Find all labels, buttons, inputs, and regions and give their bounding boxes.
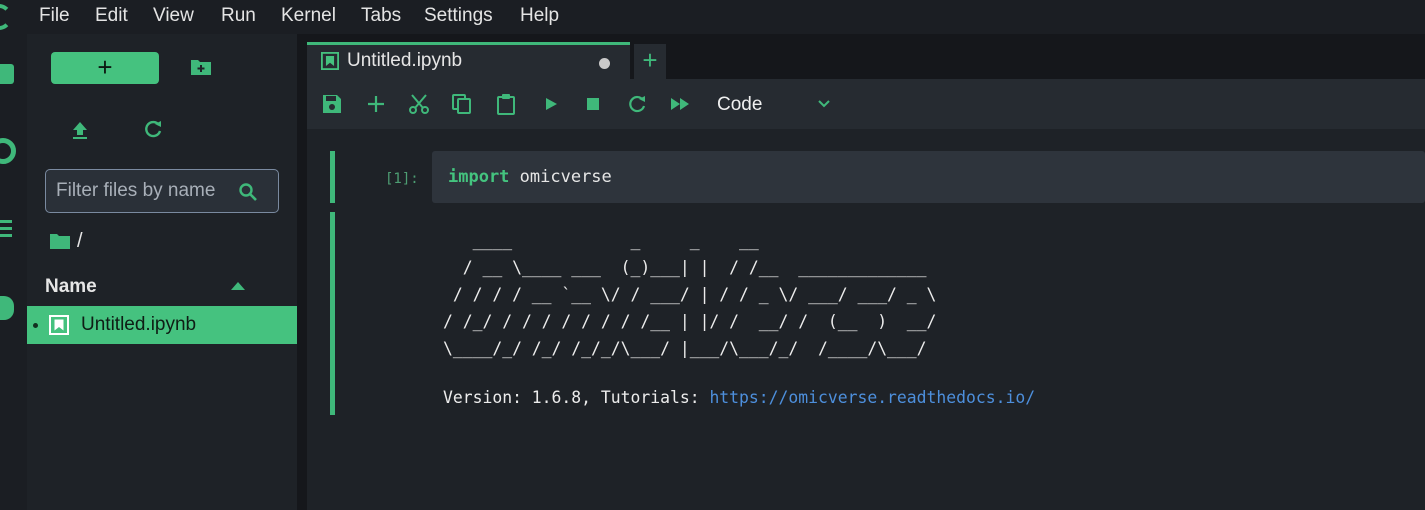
file-name: Untitled.ipynb (81, 314, 197, 335)
folder-icon[interactable] (49, 232, 71, 250)
running-sessions-tab-icon[interactable] (0, 138, 16, 164)
code-line: import omicverse (448, 167, 612, 187)
jupyter-logo-icon (0, 4, 12, 30)
notebook-panel: [1]: import omicverse ____ _ _ __ / __ \… (307, 129, 1425, 510)
cell-collapser-input[interactable] (330, 151, 335, 203)
jupyterlab-window: File Edit View Run Kernel Tabs Settings … (0, 0, 1425, 510)
tutorials-link[interactable]: https://omicverse.readthedocs.io/ (709, 388, 1035, 407)
new-folder-icon[interactable] (190, 58, 212, 76)
breadcrumb-root[interactable]: / (77, 230, 83, 253)
version-text: Version: 1.6.8, Tutorials: (443, 388, 710, 407)
filter-files-box (45, 169, 279, 213)
menu-file[interactable]: File (39, 4, 70, 28)
menu-settings[interactable]: Settings (424, 4, 493, 28)
notebook-file-icon (49, 315, 69, 335)
upload-icon[interactable] (70, 120, 90, 140)
menu-tabs[interactable]: Tabs (361, 4, 401, 28)
ascii-art-banner: ____ _ _ __ / __ \____ ___ (_)___| | / /… (443, 231, 937, 358)
tab-label: Untitled.ipynb (347, 50, 463, 71)
save-icon[interactable] (321, 93, 343, 115)
menu-edit[interactable]: Edit (95, 4, 128, 28)
menu-run[interactable]: Run (221, 4, 256, 28)
file-browser-panel: + / Name (27, 34, 297, 510)
code-cell-editor[interactable]: import omicverse (432, 151, 1425, 203)
panel-splitter[interactable] (297, 34, 307, 510)
table-of-contents-tab-icon[interactable] (0, 220, 12, 238)
menu-view[interactable]: View (153, 4, 194, 28)
version-output: Version: 1.6.8, Tutorials: https://omicv… (443, 388, 1035, 407)
filter-files-input[interactable] (56, 178, 226, 204)
cell-type-dropdown[interactable]: Code (717, 91, 837, 119)
chevron-down-icon (818, 100, 830, 108)
paste-icon[interactable] (495, 93, 517, 115)
restart-run-all-icon[interactable] (669, 93, 691, 115)
menu-kernel[interactable]: Kernel (281, 4, 336, 28)
file-browser-tab-icon[interactable] (0, 64, 14, 84)
tab-untitled-notebook[interactable]: Untitled.ipynb (307, 42, 630, 79)
sort-ascending-icon[interactable] (231, 282, 245, 290)
file-list-header: Name (27, 270, 297, 304)
cell-type-value: Code (717, 94, 763, 115)
notebook-file-icon (321, 52, 339, 70)
menu-bar: File Edit View Run Kernel Tabs Settings … (0, 0, 1425, 34)
restart-kernel-icon[interactable] (626, 93, 648, 115)
code-module: omicverse (509, 167, 612, 187)
refresh-icon[interactable] (142, 118, 164, 140)
activity-bar (0, 34, 26, 510)
new-launcher-button[interactable]: + (51, 52, 159, 84)
unsaved-changes-icon[interactable] (599, 58, 610, 69)
main-area: Untitled.ipynb + Code [1]: import omicve… (307, 34, 1425, 510)
interrupt-kernel-icon[interactable] (582, 93, 604, 115)
cut-icon[interactable] (408, 93, 430, 115)
add-tab-button[interactable]: + (634, 44, 666, 79)
code-keyword: import (448, 167, 510, 187)
menu-help[interactable]: Help (520, 4, 559, 28)
name-column-header[interactable]: Name (45, 276, 97, 298)
notebook-toolbar: Code (307, 79, 1425, 129)
execution-count: [1]: (385, 171, 419, 187)
cell-collapser-output[interactable] (330, 212, 335, 415)
run-cell-icon[interactable] (540, 93, 562, 115)
running-indicator-icon (33, 323, 38, 328)
file-list-item[interactable]: Untitled.ipynb (27, 306, 297, 344)
search-icon (239, 183, 257, 201)
tab-bar: Untitled.ipynb + (307, 34, 1425, 79)
extension-manager-tab-icon[interactable] (0, 296, 14, 320)
insert-cell-icon[interactable] (365, 93, 387, 115)
copy-icon[interactable] (451, 93, 473, 115)
